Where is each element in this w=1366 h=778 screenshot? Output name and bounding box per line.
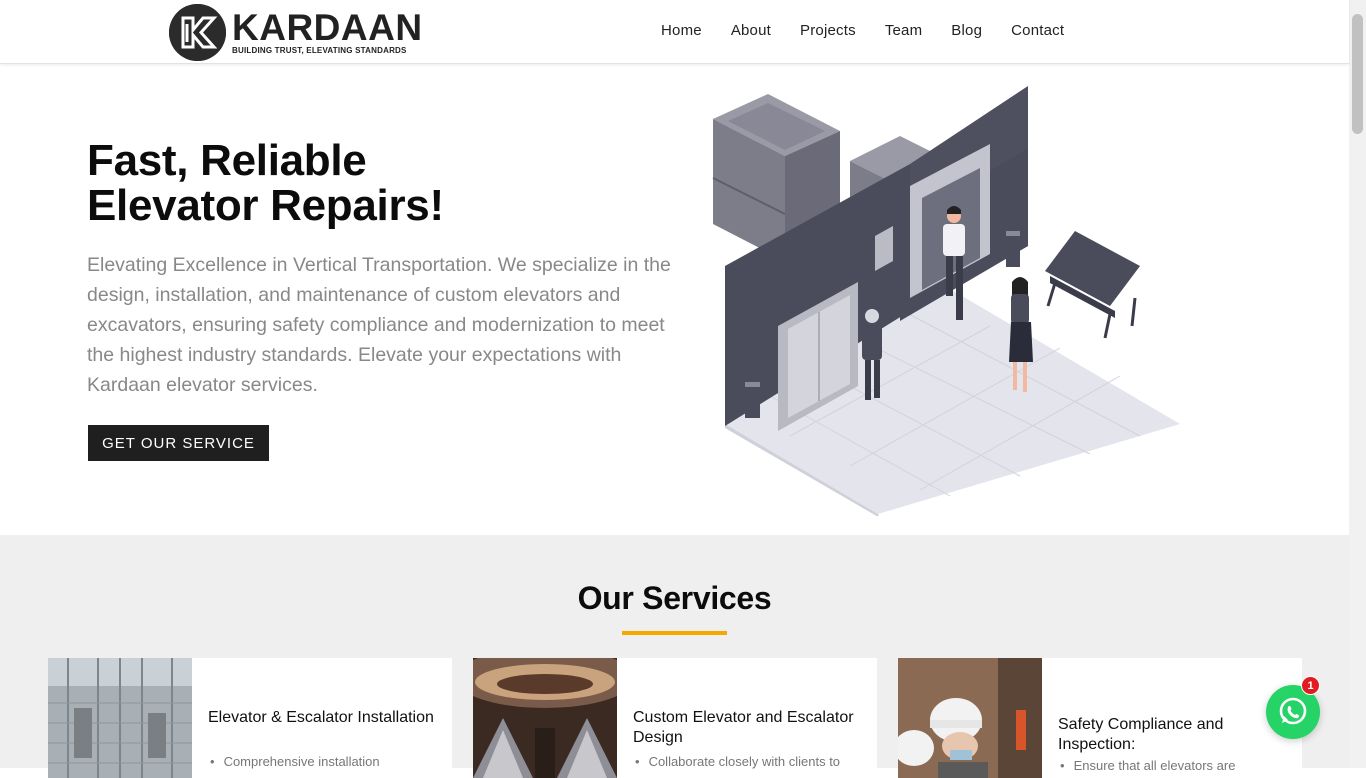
nav-home[interactable]: Home [661,22,702,39]
hero-section: Fast, Reliable Elevator Repairs! Elevati… [0,64,1349,535]
elevator-shaft-image [48,658,192,778]
nav-about[interactable]: About [731,22,771,39]
service-card-title: Custom Elevator and Escalator Design [633,709,854,746]
main-nav: Home About Projects Team Blog Contact [661,22,1093,39]
notification-badge: 1 [1301,676,1320,695]
brand-logo[interactable]: KARDAAN BUILDING TRUST, ELEVATING STANDA… [169,4,423,61]
service-card-title: Safety Compliance and Inspection: [1058,716,1224,753]
service-card[interactable]: Safety Compliance and Inspection: Ensure… [898,658,1302,778]
heading-underline [622,631,727,635]
brand-name: KARDAAN [232,6,423,48]
safety-inspection-image [898,658,1042,778]
nav-contact[interactable]: Contact [1011,22,1064,39]
get-service-button[interactable]: GET OUR SERVICE [88,425,269,461]
nav-team[interactable]: Team [885,22,922,39]
service-card[interactable]: Elevator & Escalator Installation Compre… [48,658,452,778]
service-card-bullet: Collaborate closely with clients to [633,754,873,769]
kardaan-logo-icon [169,4,226,61]
services-section: Our Services Elevator & Escalator Instal… [0,535,1349,778]
service-card[interactable]: Custom Elevator and Escalator Design Col… [473,658,877,778]
hero-title: Fast, Reliable Elevator Repairs! [87,138,567,228]
service-card-bullet: Comprehensive installation [208,754,448,769]
scrollbar-thumb[interactable] [1352,14,1363,134]
page-scrollbar[interactable] [1349,0,1366,768]
nav-projects[interactable]: Projects [800,22,856,39]
service-card-bullet: Ensure that all elevators are [1058,758,1298,773]
services-heading: Our Services [577,580,772,616]
elevator-illustration [700,86,1190,518]
hero-title-line1: Fast, Reliable [87,136,367,185]
brand-tagline: BUILDING TRUST, ELEVATING STANDARDS [232,45,407,55]
service-card-title: Elevator & Escalator Installation [208,709,434,726]
nav-blog[interactable]: Blog [951,22,982,39]
hero-description: Elevating Excellence in Vertical Transpo… [87,254,671,396]
hero-title-line2: Elevator Repairs! [87,181,444,230]
site-header: KARDAAN BUILDING TRUST, ELEVATING STANDA… [0,0,1349,64]
escalator-image [473,658,617,778]
